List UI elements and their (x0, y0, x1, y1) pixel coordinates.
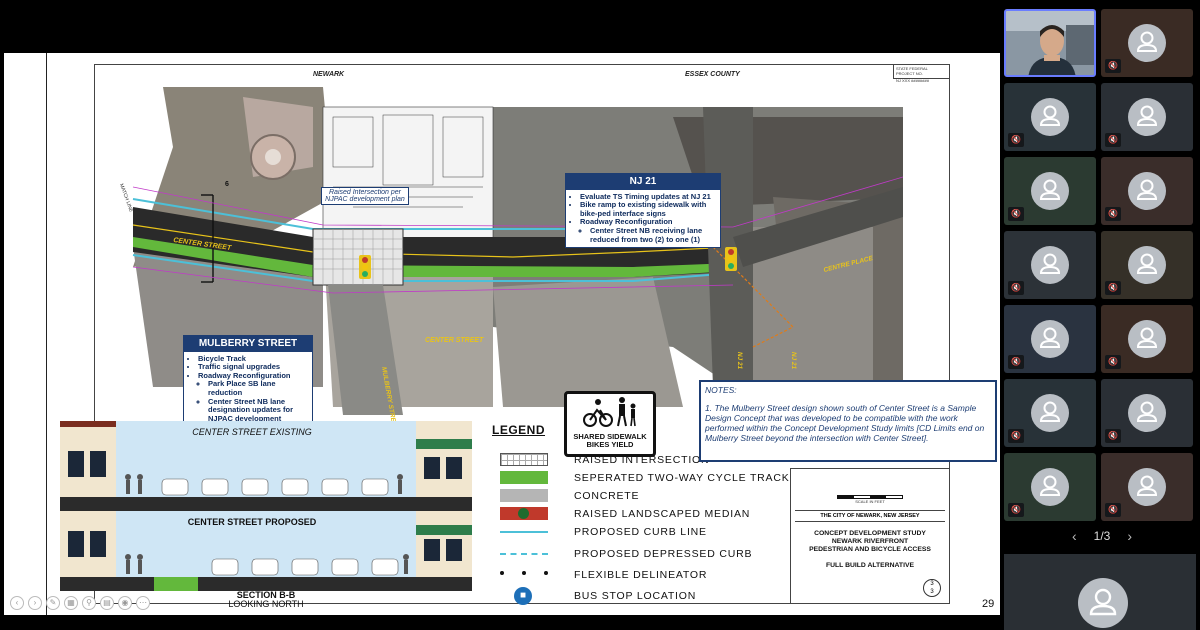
traffic-light-icon (725, 247, 737, 271)
depressed-curb-swatch (500, 553, 548, 555)
participant-tile[interactable]: 🔇 (1101, 305, 1193, 373)
header-county: ESSEX COUNTY (685, 71, 740, 78)
bus-stop-icon: ■ (514, 587, 532, 605)
participant-tile[interactable]: 🔇 (1004, 453, 1096, 521)
pen-icon[interactable]: ✎ (46, 596, 60, 610)
participant-tile[interactable]: 🔇 (1004, 83, 1096, 151)
muted-mic-icon: 🔇 (1105, 355, 1121, 369)
participant-tile[interactable]: 🔇 (1101, 453, 1193, 521)
avatar (1128, 246, 1166, 284)
nj21-callout: NJ 21 Evaluate TS Timing updates at NJ 2… (565, 173, 721, 249)
legend-item: PROPOSED DEPRESSED CURB (492, 545, 802, 563)
muted-mic-icon: 🔇 (1008, 355, 1024, 369)
muted-mic-icon: 🔇 (1008, 133, 1024, 147)
section-proposed-label: CENTER STREET PROPOSED (187, 517, 317, 527)
curb-line-swatch (500, 531, 548, 533)
muted-mic-icon: 🔇 (1008, 207, 1024, 221)
avatar (1128, 394, 1166, 432)
participant-video (1006, 11, 1094, 75)
sheet-number: 3 3 (923, 579, 941, 597)
more-options-icon[interactable]: ⋯ (136, 596, 150, 610)
legend-item: PROPOSED CURB LINE (492, 523, 802, 541)
traffic-light-icon (359, 255, 371, 279)
participant-tile[interactable]: 🔇 (1004, 157, 1096, 225)
avatar (1128, 320, 1166, 358)
muted-mic-icon: 🔇 (1105, 281, 1121, 295)
delineator-swatch (500, 571, 548, 577)
page-indicator: 1/3 (1093, 529, 1111, 543)
cross-section-drawing (60, 421, 472, 591)
participant-tile[interactable]: 🔇 (1101, 9, 1193, 77)
zoom-icon[interactable]: ⚲ (82, 596, 96, 610)
slide-number: 29 (982, 598, 995, 610)
avatar (1128, 98, 1166, 136)
concrete-swatch (500, 489, 548, 502)
muted-mic-icon: 🔇 (1105, 207, 1121, 221)
avatar (1128, 24, 1166, 62)
self-view-tile[interactable] (1004, 554, 1196, 630)
previous-page-icon[interactable]: ‹ (1072, 528, 1077, 544)
landscaped-median-swatch (500, 507, 548, 520)
title-block: SCALE IN FEET THE CITY OF NEWARK, NEW JE… (790, 468, 950, 604)
muted-mic-icon: 🔇 (1105, 503, 1121, 517)
avatar (1128, 468, 1166, 506)
header-city: NEWARK (313, 71, 345, 78)
raised-intersection-swatch (500, 453, 548, 466)
participant-tile[interactable]: 🔇 (1004, 231, 1096, 299)
muted-mic-icon: 🔇 (1105, 429, 1121, 443)
avatar (1031, 320, 1069, 358)
avatar (1031, 98, 1069, 136)
avatar (1031, 394, 1069, 432)
street-label: NJ 21 (790, 351, 798, 370)
mulberry-callout-list: Bicycle Track Traffic signal upgrades Ro… (184, 352, 312, 427)
previous-slide-button[interactable]: ‹ (10, 596, 24, 610)
raised-intersection-note: Raised Intersection per NJPAC developmen… (321, 187, 409, 205)
avatar (1031, 172, 1069, 210)
participant-tile[interactable]: 🔇 (1004, 379, 1096, 447)
muted-mic-icon: 🔇 (1008, 503, 1024, 517)
study-title: CONCEPT DEVELOPMENT STUDY NEWARK RIVERFR… (809, 530, 931, 554)
participant-tile[interactable]: 🔇 (1101, 157, 1193, 225)
avatar (1031, 468, 1069, 506)
participant-tile[interactable]: 🔇 (1004, 305, 1096, 373)
city-label: THE CITY OF NEWARK, NEW JERSEY (795, 510, 945, 522)
legend-item: SEPERATED TWO-WAY CYCLE TRACK (492, 469, 802, 487)
legend-item: ■ BUS STOP LOCATION (492, 587, 802, 605)
participant-pager: ‹ 1/3 › (1072, 526, 1132, 546)
notes-box: NOTES: 1. The Mulberry Street design sho… (699, 380, 997, 462)
legend-item: RAISED LANDSCAPED MEDIAN (492, 505, 802, 523)
muted-mic-icon: 🔇 (1008, 281, 1024, 295)
meeting-window: NEWARK ESSEX COUNTY STATE FEDERAL PROJEC… (0, 0, 1200, 630)
muted-mic-icon: 🔇 (1105, 133, 1121, 147)
next-slide-button[interactable]: › (28, 596, 42, 610)
avatar (1078, 578, 1128, 628)
section-existing-label: CENTER STREET EXISTING (192, 427, 312, 437)
project-number-box: STATE FEDERAL PROJECT NO. NJ XXX #######… (893, 65, 949, 83)
mulberry-callout: MULBERRY STREET Bicycle Track Traffic si… (183, 335, 313, 428)
muted-mic-icon: 🔇 (1105, 59, 1121, 73)
nj21-callout-list: Evaluate TS Timing updates at NJ 21 Bike… (566, 190, 720, 248)
alternative-label: FULL BUILD ALTERNATIVE (825, 562, 915, 570)
slide-margin-line (46, 53, 47, 615)
participant-tile-active-speaker[interactable] (1004, 9, 1096, 77)
legend-item: FLEXIBLE DELINEATOR (492, 566, 802, 584)
presentation-controls: ‹ › ✎ ▦ ⚲ ▤ ◉ ⋯ (10, 596, 150, 612)
cycle-track-swatch (500, 471, 548, 484)
subtitles-icon[interactable]: ▤ (100, 596, 114, 610)
next-page-icon[interactable]: › (1127, 528, 1132, 544)
section-marker: 6 (225, 181, 229, 188)
avatar (1128, 172, 1166, 210)
cross-sections: CENTER STREET EXISTING CENTER STREET PRO… (60, 421, 472, 591)
legend-item: CONCRETE (492, 487, 802, 505)
shared-slide: NEWARK ESSEX COUNTY STATE FEDERAL PROJEC… (4, 53, 1000, 615)
street-label: CENTER STREET (425, 337, 484, 344)
slides-grid-icon[interactable]: ▦ (64, 596, 78, 610)
avatar (1031, 246, 1069, 284)
participant-tile[interactable]: 🔇 (1101, 379, 1193, 447)
street-label: NJ 21 (736, 351, 744, 370)
muted-mic-icon: 🔇 (1008, 429, 1024, 443)
participant-tile[interactable]: 🔇 (1101, 83, 1193, 151)
camera-icon[interactable]: ◉ (118, 596, 132, 610)
participant-tile[interactable]: 🔇 (1101, 231, 1193, 299)
